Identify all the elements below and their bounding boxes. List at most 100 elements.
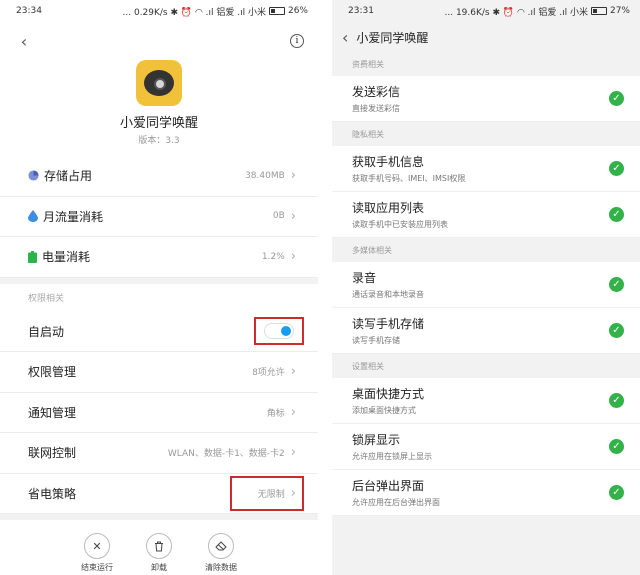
permission-title: 后台弹出界面 [352, 479, 425, 493]
clear-data-button[interactable]: 清除数据 [201, 533, 241, 575]
section-title-fees: 资费相关 [332, 52, 640, 76]
permission-row-shortcut[interactable]: 桌面快捷方式添加桌面快捷方式 ✓ [332, 378, 640, 424]
network-control-label: 联网控制 [28, 446, 77, 461]
clear-data-label: 清除数据 [205, 563, 237, 572]
uninstall-label: 卸载 [151, 563, 167, 572]
check-icon[interactable]: ✓ [609, 485, 624, 500]
page-title: 小爱同学唤醒 [356, 30, 429, 45]
data-usage-label: 月流量消耗 [43, 209, 104, 224]
data-usage-value: 0B [272, 211, 285, 222]
chevron-right-icon: › [290, 208, 296, 224]
chevron-right-icon: › [290, 404, 296, 420]
permission-desc: 读取手机中已安装应用列表 [352, 220, 448, 229]
power-usage-label: 电量消耗 [42, 250, 91, 265]
autostart-label: 自启动 [28, 324, 65, 339]
status-time: 23:34 [16, 6, 42, 16]
app-summary: 小爱同学唤醒 版本：3.3 [0, 60, 318, 156]
battery-icon [28, 250, 37, 263]
uninstall-button[interactable]: 卸载 [139, 533, 179, 575]
permission-desc: 获取手机号码、IMEI、IMSI权限 [352, 174, 466, 183]
permission-row-lockscreen[interactable]: 锁屏显示允许应用在锁屏上显示 ✓ [332, 424, 640, 470]
storage-value: 38.40MB [245, 170, 285, 181]
back-icon[interactable]: ‹ [342, 28, 348, 47]
chevron-right-icon: › [290, 445, 296, 461]
chevron-right-icon: › [290, 249, 296, 265]
check-icon[interactable]: ✓ [609, 91, 624, 106]
header: ‹ i [0, 22, 318, 60]
trash-icon [146, 533, 172, 559]
battery-percent: 26% [287, 6, 308, 16]
check-icon[interactable]: ✓ [609, 277, 624, 292]
autostart-toggle[interactable] [264, 323, 294, 340]
permission-title: 读写手机存储 [352, 317, 425, 331]
power-usage-row[interactable]: 电量消耗 1.2% › [0, 237, 318, 278]
battery-icon [268, 7, 285, 15]
notification-value: 角标 [266, 408, 285, 419]
permission-manage-row[interactable]: 权限管理 8项允许 › [0, 352, 318, 393]
status-bar: 23:34 ... 0.29K/s ✱ ⏰ ◠ .ıl 铝爱 .ıl 小米 26… [0, 0, 318, 22]
drop-icon [28, 210, 38, 223]
permission-desc: 允许应用在锁屏上显示 [352, 452, 432, 461]
permission-row-storage[interactable]: 读写手机存储 读写手机存储 ✓ [332, 308, 640, 354]
network-control-row[interactable]: 联网控制 WLAN、数据-卡1、数据-卡2 › [0, 433, 318, 474]
section-title-privacy: 隐私相关 [332, 122, 640, 146]
permission-manage-label: 权限管理 [28, 365, 77, 380]
check-icon[interactable]: ✓ [609, 207, 624, 222]
section-title-permissions: 权限相关 [28, 294, 65, 304]
header: ‹ 小爱同学唤醒 [332, 22, 640, 52]
permission-title: 桌面快捷方式 [352, 387, 425, 401]
chevron-right-icon: › [290, 485, 296, 501]
permission-title: 获取手机信息 [352, 155, 425, 169]
app-logo-icon [136, 60, 182, 106]
network-control-value: WLAN、数据-卡1、数据-卡2 [167, 449, 285, 460]
highlight-box: 无限制 › [229, 475, 304, 511]
screenshot-gap [318, 0, 332, 575]
permission-desc: 直接发送彩信 [352, 104, 400, 113]
permission-title: 录音 [352, 271, 377, 285]
chevron-right-icon: › [290, 168, 296, 184]
back-icon[interactable]: ‹ [14, 31, 34, 51]
status-time: 23:31 [348, 6, 374, 16]
data-usage-row[interactable]: 月流量消耗 0B › [0, 197, 318, 237]
permission-desc: 添加桌面快捷方式 [352, 406, 416, 415]
permission-title: 锁屏显示 [352, 433, 401, 447]
bottom-action-bar: ✕ 结束运行 卸载 清除数据 [0, 529, 318, 575]
notification-label: 通知管理 [28, 405, 77, 420]
section-title-settings: 设置相关 [332, 354, 640, 378]
eraser-icon [208, 533, 234, 559]
permission-row-background-popup[interactable]: 后台弹出界面 允许应用在后台弹出界面 ✓ [332, 470, 640, 516]
permission-row-phone-info[interactable]: 获取手机信息获取手机号码、IMEI、IMSI权限 ✓ [332, 146, 640, 192]
force-stop-label: 结束运行 [81, 563, 113, 572]
info-icon[interactable]: i [290, 34, 304, 48]
pie-icon [28, 170, 39, 181]
permission-desc: 通话录音和本地录音 [352, 290, 424, 299]
permission-screen: 23:31 ... 19.6K/s ✱ ⏰ ◠ .ıl 铝爱 .ıl 小米 27… [332, 0, 640, 575]
notification-row[interactable]: 通知管理 角标 › [0, 393, 318, 433]
battery-saver-row[interactable]: 省电策略 无限制 › [0, 474, 318, 514]
permission-title: 读取应用列表 [352, 201, 425, 215]
app-info-screen: 23:34 ... 0.29K/s ✱ ⏰ ◠ .ıl 铝爱 .ıl 小米 26… [0, 0, 318, 575]
storage-label: 存储占用 [44, 169, 93, 184]
force-stop-button[interactable]: ✕ 结束运行 [77, 533, 117, 575]
check-icon[interactable]: ✓ [609, 393, 624, 408]
power-usage-value: 1.2% [261, 251, 285, 262]
storage-row[interactable]: 存储占用 38.40MB › [0, 156, 318, 197]
app-name: 小爱同学唤醒 [119, 116, 198, 131]
section-title-media: 多媒体相关 [332, 238, 640, 262]
battery-icon [590, 7, 607, 15]
check-icon[interactable]: ✓ [609, 439, 624, 454]
permission-row-record[interactable]: 录音通话录音和本地录音 ✓ [332, 262, 640, 308]
check-icon[interactable]: ✓ [609, 323, 624, 338]
highlight-box [254, 317, 304, 346]
status-icons: ... 0.29K/s ✱ ⏰ ◠ .ıl 铝爱 .ıl 小米 [122, 7, 266, 18]
permission-title: 发送彩信 [352, 85, 401, 99]
chevron-right-icon: › [290, 364, 296, 380]
autostart-row[interactable]: 自启动 [0, 312, 318, 352]
close-icon: ✕ [84, 533, 110, 559]
battery-saver-label: 省电策略 [28, 486, 77, 501]
permission-row-mms[interactable]: 发送彩信直接发送彩信 ✓ [332, 76, 640, 122]
permission-desc: 读写手机存储 [352, 336, 400, 345]
check-icon[interactable]: ✓ [609, 161, 624, 176]
status-bar: 23:31 ... 19.6K/s ✱ ⏰ ◠ .ıl 铝爱 .ıl 小米 27… [332, 0, 640, 22]
permission-row-app-list[interactable]: 读取应用列表读取手机中已安装应用列表 ✓ [332, 192, 640, 238]
